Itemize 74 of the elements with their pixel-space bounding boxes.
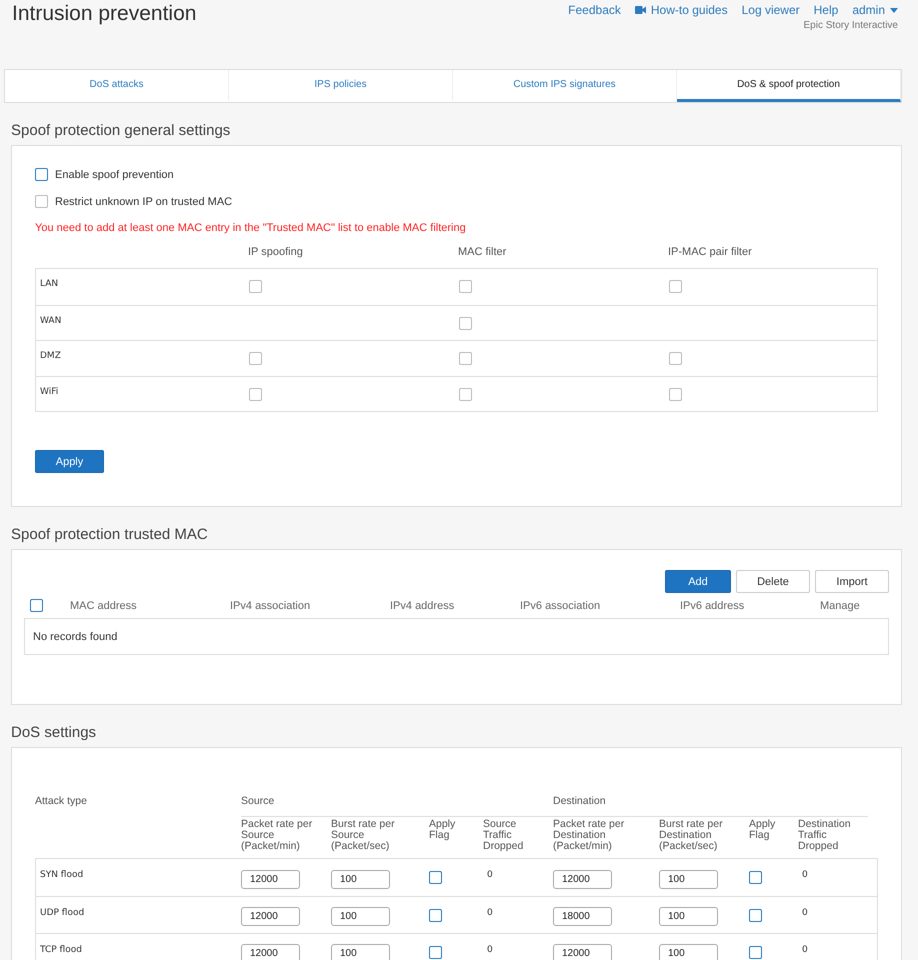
column-header: IPv6 association [520,600,602,612]
dropped-count: 0 [801,944,808,956]
user-menu[interactable]: admin [852,3,898,17]
caret-icon [890,8,898,12]
input-field[interactable]: 100 [659,907,718,926]
input-field[interactable]: 100 [659,870,718,889]
checkbox[interactable] [749,908,762,922]
column-header: MAC address [70,600,138,612]
zone-name: WiFi [39,386,58,396]
zone-name: WAN [39,314,62,326]
dropped-count: 0 [801,907,808,918]
apply-button[interactable]: Apply [35,450,104,473]
section-title: Spoof protection trusted MAC [10,525,209,545]
column-header: IP-MAC pair filter [667,246,753,260]
dropped-count: 0 [486,944,493,956]
column-header: Packet rate per Destination (Packet/min) [553,816,659,852]
zone-name: DMZ [39,350,61,361]
column-header: Manage [820,600,861,612]
column-header: IPv4 association [230,600,312,612]
column-header: Packet rate per Source (Packet/min) [241,816,331,852]
input-field[interactable]: 18000 [553,907,612,926]
input-field[interactable]: 12000 [553,944,612,960]
secondary-button[interactable]: Import [815,570,889,593]
column-header: Attack type [35,796,88,808]
column-header: Source Traffic Dropped [483,816,553,852]
section-title: DoS settings [10,723,98,743]
attack-type: UDP flood [39,907,84,918]
header-link[interactable]: How-to guides [634,3,728,17]
column-header: Burst rate per Source (Packet/sec) [331,816,429,852]
input-field[interactable]: 100 [331,944,390,960]
checkbox[interactable] [749,946,762,959]
group-header: Destination [553,796,607,808]
column-header: IPv6 address [680,600,746,612]
input-field[interactable]: 12000 [241,907,300,926]
header-link[interactable]: Help [814,3,838,17]
column-header: MAC filter [457,246,508,260]
column-header: Apply Flag [749,816,798,852]
attack-type: TCP flood [39,944,82,956]
header-link[interactable]: Log viewer [742,3,800,17]
checkbox[interactable] [429,871,442,884]
column-header: Burst rate per Destination (Packet/sec) [659,816,749,852]
dropped-count: 0 [486,907,493,918]
input-field[interactable]: 12000 [241,870,300,889]
checkbox-label: Restrict unknown IP on trusted MAC [55,196,232,208]
dropped-count: 0 [801,869,808,880]
page-title: Intrusion prevention [12,2,196,27]
company-name: Epic Story Interactive [804,20,898,31]
column-header: IPv4 address [390,600,456,612]
input-field[interactable]: 100 [331,870,390,889]
empty-message: No records found [32,630,118,642]
column-header: Destination Traffic Dropped [798,816,868,852]
checkbox[interactable] [429,908,442,922]
checkbox-label: Enable spoof prevention [55,168,174,180]
column-header: IP spoofing [247,246,304,260]
tab[interactable]: DoS & spoof protection [677,70,901,102]
header-link[interactable]: Feedback [568,3,621,17]
checkbox[interactable] [749,871,762,884]
input-field[interactable]: 12000 [241,944,300,960]
input-field[interactable]: 100 [659,944,718,960]
checkbox[interactable] [30,599,43,612]
checkbox[interactable] [429,946,442,959]
input-field[interactable]: 12000 [553,870,612,889]
input-field[interactable]: 100 [331,907,390,926]
secondary-button[interactable]: Delete [736,570,810,593]
zone-name: LAN [39,278,58,289]
section-title: Spoof protection general settings [10,121,232,141]
primary-button[interactable]: Add [665,570,731,593]
warning-message: You need to add at least one MAC entry in the "Trusted MAC" list to enable MAC filtering [35,222,467,234]
dropped-count: 0 [486,869,493,880]
column-header: Apply Flag [429,816,483,852]
group-header: Source [241,796,276,808]
video-camera-icon [634,6,646,14]
checkbox[interactable] [35,168,48,181]
attack-type: SYN flood [39,869,84,880]
